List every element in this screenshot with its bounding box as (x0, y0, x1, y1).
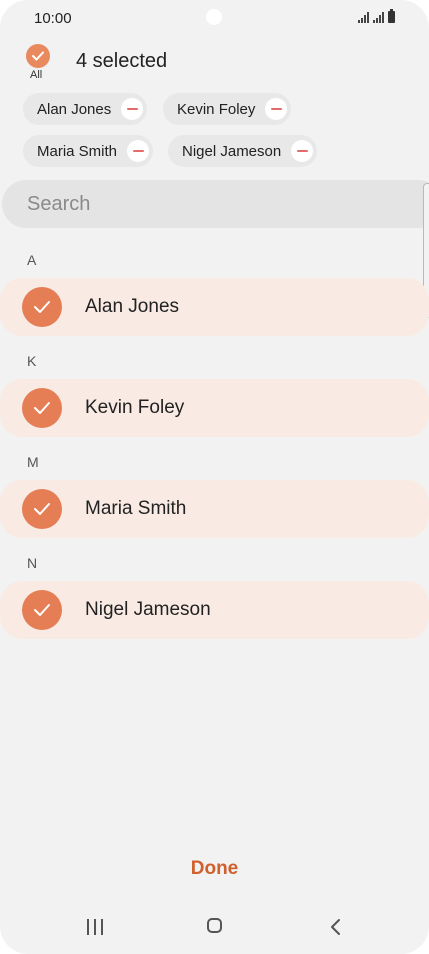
chip-label: Nigel Jameson (182, 142, 282, 160)
search-input[interactable]: Search (2, 180, 429, 228)
status-icons (358, 9, 395, 23)
back-icon[interactable] (328, 917, 344, 937)
contact-row-maria-smith[interactable]: Maria Smith (0, 480, 429, 538)
home-icon[interactable] (207, 918, 222, 933)
contact-row-nigel-jameson[interactable]: Nigel Jameson (0, 581, 429, 639)
chip-maria-smith: Maria Smith (23, 135, 154, 167)
search-placeholder: Search (27, 192, 91, 215)
chip-alan-jones: Alan Jones (23, 93, 148, 125)
chip-kevin-foley: Kevin Foley (163, 93, 292, 125)
signal-icon (358, 12, 369, 23)
section-header-k: K (27, 353, 37, 369)
minus-circle-icon[interactable] (121, 98, 144, 120)
minus-circle-icon[interactable] (127, 140, 150, 162)
chip-nigel-jameson: Nigel Jameson (168, 135, 318, 167)
selected-count: 4 selected (76, 50, 168, 72)
signal-icon-2 (373, 12, 384, 23)
chip-label: Alan Jones (37, 100, 112, 118)
front-camera (206, 9, 222, 25)
minus-circle-icon[interactable] (291, 140, 314, 162)
contact-name: Kevin Foley (85, 397, 185, 418)
recent-apps-icon[interactable] (87, 919, 103, 935)
section-header-m: M (27, 454, 39, 470)
contact-row-kevin-foley[interactable]: Kevin Foley (0, 379, 429, 437)
check-circle-icon[interactable] (22, 287, 62, 327)
chip-label: Kevin Foley (177, 100, 256, 118)
status-time: 10:00 (34, 10, 72, 27)
contact-name: Maria Smith (85, 498, 187, 519)
battery-icon (388, 9, 395, 23)
check-circle-icon[interactable] (22, 489, 62, 529)
contact-name: Alan Jones (85, 296, 180, 317)
contact-row-alan-jones[interactable]: Alan Jones (0, 278, 429, 336)
section-header-n: N (27, 555, 38, 571)
done-button[interactable]: Done (0, 858, 429, 880)
section-header-a: A (27, 252, 37, 268)
check-circle-icon[interactable] (22, 590, 62, 630)
chip-label: Maria Smith (37, 142, 118, 160)
select-all-checkbox[interactable] (26, 44, 50, 68)
phone-screen: 10:00 All 4 selected Alan Jones Kevin Fo… (0, 0, 429, 954)
select-all-label: All (30, 69, 43, 81)
check-icon (32, 51, 44, 61)
minus-circle-icon[interactable] (265, 98, 288, 120)
contact-name: Nigel Jameson (85, 599, 211, 620)
check-circle-icon[interactable] (22, 388, 62, 428)
